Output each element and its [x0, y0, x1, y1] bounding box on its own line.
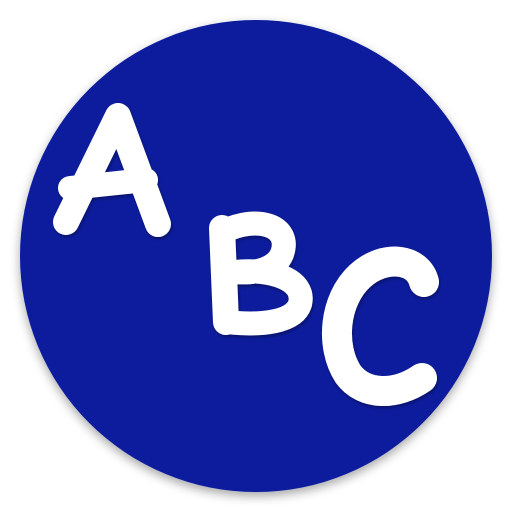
app-icon-canvas: A B C	[0, 0, 512, 512]
abc-letters-icon	[20, 20, 492, 492]
